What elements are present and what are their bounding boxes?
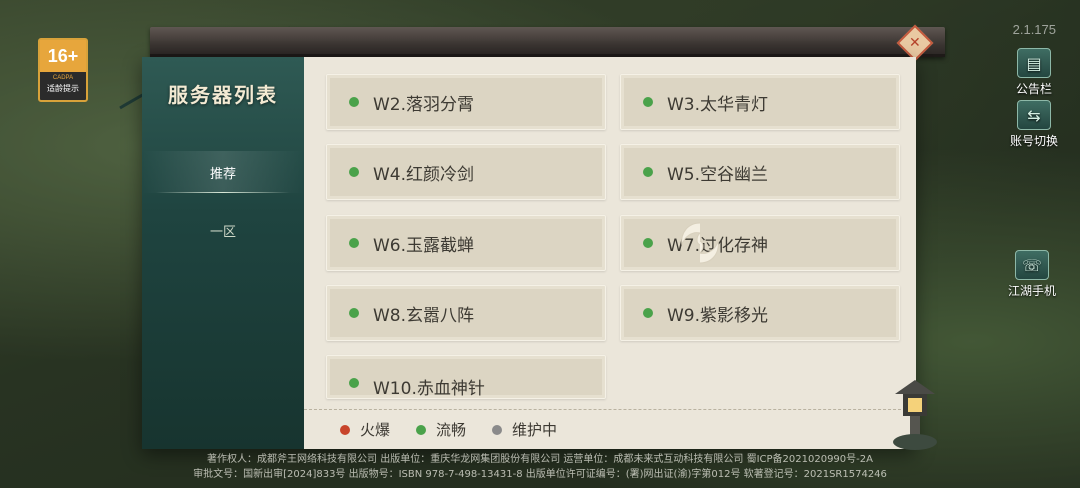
server-card-w6[interactable]: W6.玉露截蝉 bbox=[326, 215, 606, 271]
server-card-w4[interactable]: W4.红颜冷剑 bbox=[326, 144, 606, 200]
switch-account-label: 账号切换 bbox=[1009, 134, 1058, 148]
bulletin-board-icon: ▤ bbox=[1017, 48, 1051, 78]
footer-line-1: 著作权人：成都斧王网络科技有限公司 出版单位：重庆华龙网集团股份有限公司 运营单… bbox=[207, 454, 873, 465]
status-dot bbox=[349, 378, 359, 388]
phone-icon: ☏ bbox=[1015, 250, 1049, 280]
age-rating-tip: 适龄提示 bbox=[47, 84, 79, 93]
stone-lantern-decoration bbox=[893, 380, 937, 450]
footer-line-2: 审批文号：国新出审[2024]833号 出版物号：ISBN 978-7-498-… bbox=[193, 469, 887, 480]
legend-item-smooth: 流畅 bbox=[416, 419, 466, 440]
server-name: W6.玉露截蝉 bbox=[373, 235, 475, 256]
status-dot bbox=[349, 97, 359, 107]
status-legend: 火爆 流畅 维护中 bbox=[304, 409, 916, 449]
legend-item-maintenance: 维护中 bbox=[492, 419, 557, 440]
status-dot bbox=[643, 238, 653, 248]
server-name: W8.玄嚣八阵 bbox=[373, 305, 475, 326]
legend-label: 火爆 bbox=[360, 421, 391, 439]
server-card-w10[interactable]: W10.赤血神针 bbox=[326, 355, 606, 399]
server-card-w9[interactable]: W9.紫影移光 bbox=[620, 285, 900, 341]
phone-button[interactable]: ☏ 江湖手机 bbox=[1002, 250, 1062, 299]
tab-zone-one[interactable]: 一区 bbox=[142, 209, 304, 251]
status-dot bbox=[643, 308, 653, 318]
status-dot bbox=[349, 238, 359, 248]
server-name: W3.太华青灯 bbox=[667, 94, 769, 115]
legend-dot-maintenance bbox=[492, 424, 503, 435]
server-name: W5.空谷幽兰 bbox=[667, 164, 769, 185]
server-card-w3[interactable]: W3.太华青灯 bbox=[620, 74, 900, 130]
loading-spinner-icon bbox=[681, 222, 719, 264]
status-dot bbox=[349, 308, 359, 318]
server-grid: W2.落羽分霄 W3.太华青灯 W4.红颜冷剑 W5.空谷幽兰 W6.玉露截蝉 … bbox=[304, 57, 916, 449]
server-sidebar: 服务器列表 推荐 一区 bbox=[142, 57, 304, 449]
footer-copyright: 著作权人：成都斧王网络科技有限公司 出版单位：重庆华龙网集团股份有限公司 运营单… bbox=[0, 449, 1080, 488]
status-dot bbox=[643, 97, 653, 107]
status-dot bbox=[643, 167, 653, 177]
app-version: 2.1.175 bbox=[1012, 22, 1056, 37]
close-icon: ✕ bbox=[909, 34, 921, 51]
age-rating-badge: 16+ CADPA 适龄提示 bbox=[38, 38, 88, 102]
server-card-w5[interactable]: W5.空谷幽兰 bbox=[620, 144, 900, 200]
status-dot bbox=[349, 167, 359, 177]
server-name: W4.红颜冷剑 bbox=[373, 164, 475, 185]
age-rating-org: CADPA bbox=[52, 75, 74, 81]
tab-recommended[interactable]: 推荐 bbox=[142, 151, 304, 193]
server-card-w2[interactable]: W2.落羽分霄 bbox=[326, 74, 606, 130]
legend-dot-busy bbox=[340, 424, 350, 435]
legend-label: 维护中 bbox=[512, 421, 558, 439]
age-rating-value: 16+ bbox=[40, 40, 86, 72]
panel-title: 服务器列表 bbox=[168, 83, 278, 107]
switch-account-button[interactable]: ⇆ 账号切换 bbox=[1004, 100, 1064, 149]
legend-label: 流畅 bbox=[436, 421, 467, 439]
server-name: W9.紫影移光 bbox=[667, 305, 769, 326]
server-card-w8[interactable]: W8.玄嚣八阵 bbox=[326, 285, 606, 341]
server-name: W10.赤血神针 bbox=[373, 379, 485, 399]
server-card-w7[interactable]: W7.过化存神 bbox=[620, 215, 900, 271]
server-name: W2.落羽分霄 bbox=[373, 94, 475, 115]
switch-account-icon: ⇆ bbox=[1017, 100, 1051, 130]
server-list-panel: 服务器列表 推荐 一区 W2.落羽分霄 W3.太华青灯 W4.红颜冷剑 W5.空… bbox=[142, 57, 916, 449]
legend-dot-smooth bbox=[416, 424, 427, 435]
announcement-label: 公告栏 bbox=[1015, 82, 1052, 96]
announcement-button[interactable]: ▤ 公告栏 bbox=[1004, 48, 1064, 97]
panel-top-frame bbox=[150, 27, 945, 57]
phone-label: 江湖手机 bbox=[1007, 284, 1056, 298]
legend-item-busy: 火爆 bbox=[340, 419, 390, 440]
